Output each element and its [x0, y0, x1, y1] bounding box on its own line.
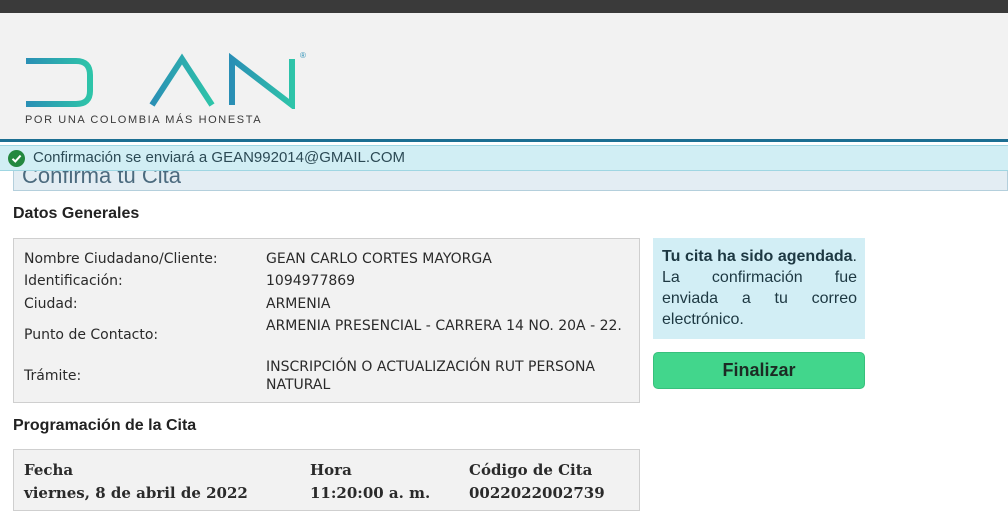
- schedule-title: Programación de la Cita: [13, 417, 197, 434]
- time-header: Hora: [310, 461, 352, 479]
- appointment-code-value: 0022022002739: [469, 484, 605, 502]
- citizen-name-value: GEAN CARLO CORTES MAYORGA: [266, 251, 492, 267]
- date-value: viernes, 8 de abril de 2022: [24, 484, 248, 502]
- notice-bold-text: Tu cita ha sido agendada: [662, 248, 853, 265]
- brand-tagline: POR UNA COLOMBIA MÁS HONESTA: [25, 114, 263, 126]
- general-data-panel: Nombre Ciudadano/Cliente: GEAN CARLO COR…: [13, 238, 640, 403]
- notice-text: Tu cita ha sido agendada. La confirmació…: [662, 246, 857, 330]
- appointment-code-header: Código de Cita: [469, 461, 593, 479]
- date-header: Fecha: [24, 461, 74, 479]
- dian-logo[interactable]: ® POR UNA COLOMBIA MÁS HONESTA: [24, 51, 314, 131]
- schedule-panel: Fecha viernes, 8 de abril de 2022 Hora 1…: [13, 449, 640, 511]
- confirmation-alert: Confirmación se enviará a GEAN992014@GMA…: [0, 145, 1008, 171]
- city-value: ARMENIA: [266, 296, 331, 312]
- contact-point-label: Punto de Contacto:: [24, 327, 159, 343]
- general-data-title: Datos Generales: [13, 205, 140, 222]
- header-divider: [0, 139, 1008, 142]
- site-header: ® POR UNA COLOMBIA MÁS HONESTA: [0, 13, 1008, 139]
- registered-mark-icon: ®: [300, 51, 306, 60]
- contact-point-value: ARMENIA PRESENCIAL - CARRERA 14 NO. 20A …: [266, 318, 622, 334]
- check-circle-icon: [8, 150, 25, 167]
- finish-button[interactable]: Finalizar: [653, 352, 865, 389]
- dian-logo-mark: [26, 52, 295, 109]
- citizen-name-label: Nombre Ciudadano/Cliente:: [24, 251, 218, 267]
- city-label: Ciudad:: [24, 296, 78, 312]
- appointment-notice: Tu cita ha sido agendada. La confirmació…: [653, 238, 865, 339]
- time-value: 11:20:00 a. m.: [310, 484, 431, 502]
- alert-message: Confirmación se enviará a GEAN992014@GMA…: [33, 149, 406, 166]
- browser-top-bar: [0, 0, 1008, 13]
- identification-value: 1094977869: [266, 273, 356, 289]
- procedure-value: INSCRIPCIÓN O ACTUALIZACIÓN RUT PERSONA …: [266, 359, 596, 393]
- identification-label: Identificación:: [24, 273, 123, 289]
- procedure-label: Trámite:: [24, 368, 82, 384]
